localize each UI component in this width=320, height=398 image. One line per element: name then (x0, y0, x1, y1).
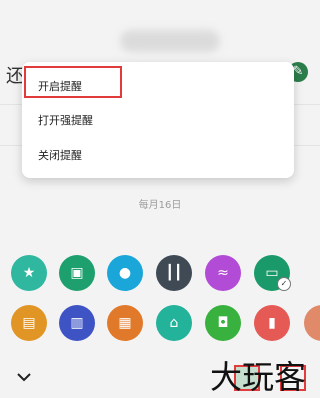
home-icon[interactable]: ⌂ (156, 305, 192, 341)
blurred-header (120, 30, 220, 52)
watermark: 大玩客 (210, 358, 307, 396)
lock-icon[interactable]: ▮ (254, 305, 290, 341)
droplet-icon[interactable]: ● (107, 255, 143, 291)
star-icon[interactable]: ★ (11, 255, 47, 291)
safe-icon[interactable]: ◘ (205, 305, 241, 341)
highlight-box (24, 66, 122, 98)
wifi-icon[interactable]: ≈ (205, 255, 241, 291)
ticket-icon[interactable]: ▣ (59, 255, 95, 291)
briefcase-icon[interactable]: ▤ (11, 305, 47, 341)
monthly-date-label: 每月16日 (138, 200, 182, 211)
selected-check-icon: ✓ (277, 277, 291, 291)
book-icon[interactable]: ▥ (59, 305, 95, 341)
menu-item-disable-reminder[interactable]: 关闭提醒 (38, 147, 82, 163)
chevron-down-icon[interactable] (16, 369, 32, 385)
dumbbell-icon[interactable]: ┃┃ (156, 255, 192, 291)
calendar-icon[interactable]: ▦ (107, 305, 143, 341)
menu-item-strong-reminder[interactable]: 打开强提醒 (38, 112, 93, 128)
